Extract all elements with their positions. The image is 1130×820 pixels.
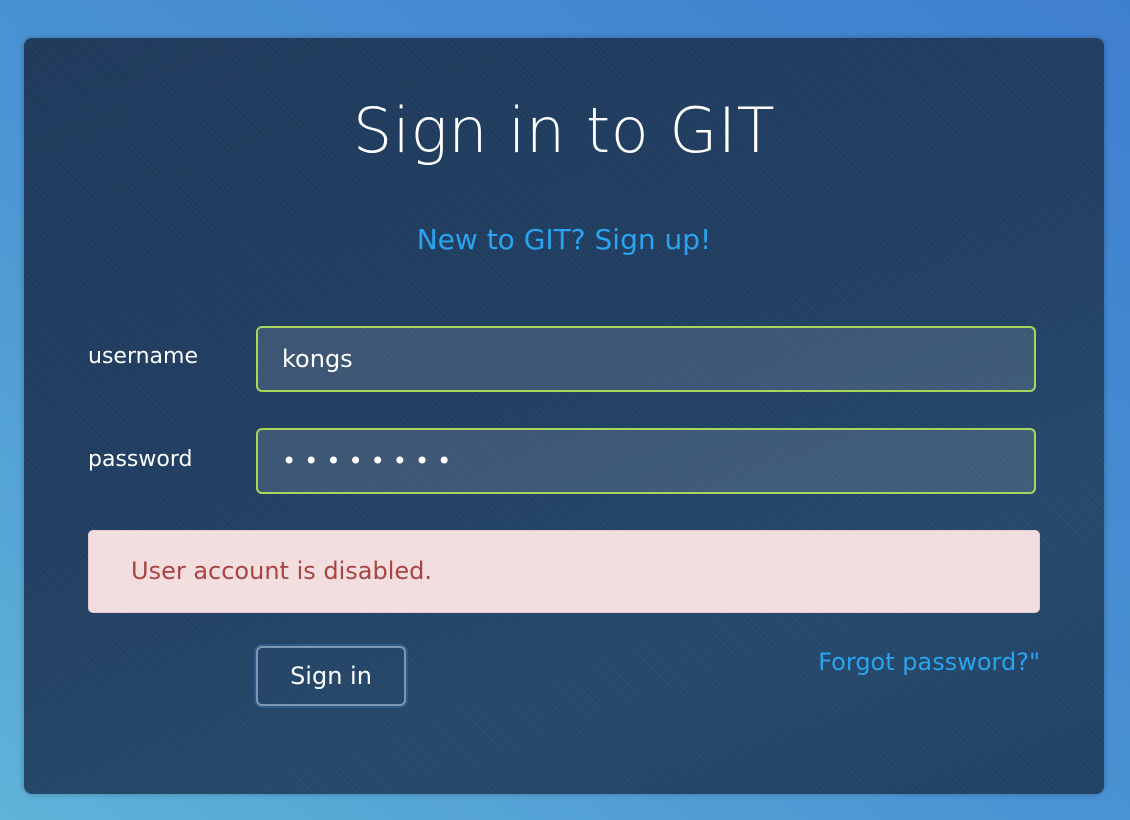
- signin-button[interactable]: Sign in: [256, 646, 406, 706]
- password-input[interactable]: [256, 428, 1036, 494]
- password-label: password: [88, 447, 193, 472]
- error-message: User account is disabled.: [131, 557, 433, 585]
- username-label: username: [88, 344, 198, 369]
- page-title: Sign in to GIT: [352, 94, 776, 167]
- signup-link[interactable]: New to GIT? Sign up!: [24, 226, 1104, 254]
- error-alert: User account is disabled.: [88, 530, 1040, 613]
- login-panel: Sign in to GIT New to GIT? Sign up! user…: [24, 38, 1104, 794]
- forgot-password-link[interactable]: Forgot password?": [818, 650, 1040, 674]
- username-input[interactable]: [256, 326, 1036, 392]
